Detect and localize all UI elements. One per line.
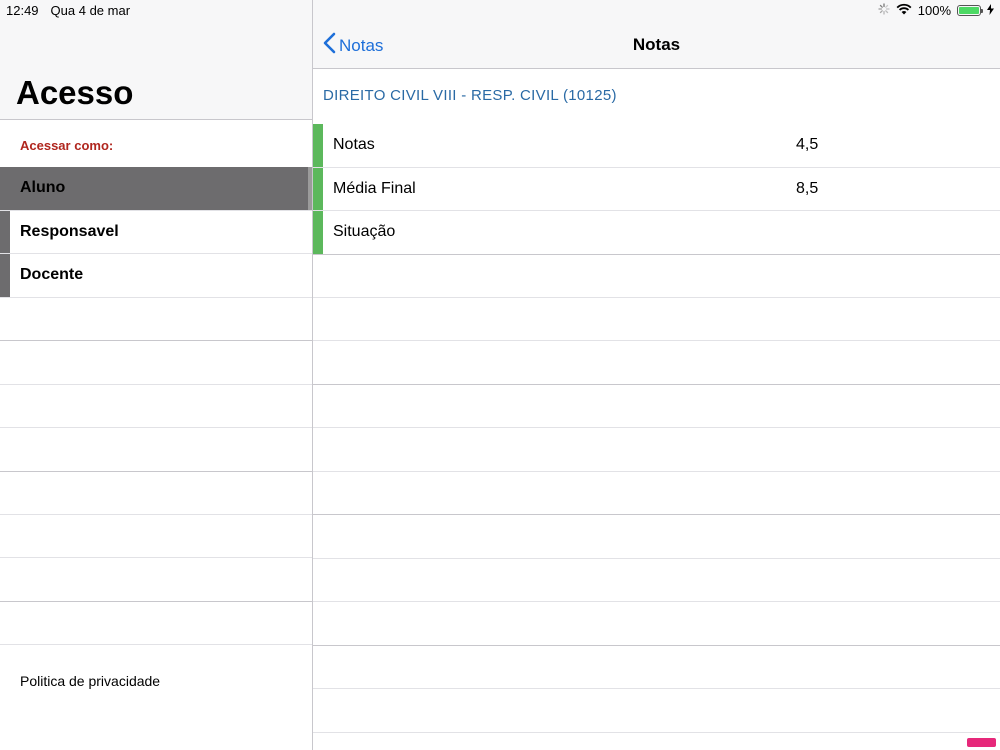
row-accent [313, 167, 323, 210]
privacy-policy-link[interactable]: Politica de privacidade [20, 673, 160, 689]
empty-row [313, 385, 1000, 428]
empty-row [0, 341, 312, 385]
grade-label: Média Final [333, 179, 416, 197]
menu-item-responsavel[interactable]: Responsavel [0, 210, 312, 254]
nav-title: Notas [632, 35, 681, 54]
empty-list-rows [313, 254, 1000, 733]
access-menu: Aluno Responsavel Docente [0, 167, 312, 298]
empty-row [0, 298, 312, 342]
empty-row [0, 515, 312, 559]
left-panel: Acesso Acessar como: Aluno Responsavel D… [0, 0, 312, 750]
battery-fill [959, 7, 979, 14]
table-row: Notas 4,5 [313, 124, 1000, 168]
empty-list-rows [0, 298, 312, 646]
battery-nub [981, 9, 983, 13]
empty-row [313, 428, 1000, 472]
menu-item-aluno[interactable]: Aluno [0, 167, 312, 211]
grade-label: Notas [333, 136, 375, 154]
grade-value: 8,5 [796, 179, 819, 197]
menu-item-label: Responsavel [20, 222, 119, 240]
table-row: Situação [313, 211, 1000, 255]
section-label: Acessar como: [20, 138, 114, 153]
status-left: 12:49 Qua 4 de mar [6, 3, 130, 18]
empty-row [0, 602, 312, 646]
page-title: Acesso [16, 74, 134, 111]
empty-row [313, 689, 1000, 733]
item-marker [0, 210, 10, 253]
course-title: DIREITO CIVIL VIII - RESP. CIVIL (10125) [323, 87, 617, 104]
empty-row [0, 428, 312, 472]
item-marker [0, 254, 10, 297]
empty-row [313, 515, 1000, 559]
empty-row [313, 254, 1000, 298]
row-accent [313, 211, 323, 254]
grade-value: 4,5 [796, 136, 819, 154]
wifi-icon [896, 3, 912, 18]
charging-bolt-icon [987, 3, 994, 18]
menu-item-label: Docente [20, 266, 84, 284]
right-panel: Notas Notas DIREITO CIVIL VIII - RESP. C… [313, 0, 1000, 750]
activity-spinner-icon [878, 3, 890, 18]
watermark-badge [967, 738, 996, 747]
empty-row [313, 472, 1000, 515]
grades-table: Notas 4,5 Média Final 8,5 Situação [313, 124, 1000, 255]
status-right: 100% [878, 3, 994, 18]
empty-row [0, 558, 312, 602]
empty-row [313, 602, 1000, 646]
battery-percent: 100% [917, 3, 951, 18]
status-time: 12:49 [6, 3, 39, 18]
empty-row [313, 646, 1000, 689]
split-view-divider [312, 0, 313, 750]
menu-item-docente[interactable]: Docente [0, 254, 312, 298]
battery-icon [957, 5, 983, 16]
empty-row [313, 341, 1000, 385]
empty-row [0, 385, 312, 429]
empty-row [313, 559, 1000, 602]
table-row: Média Final 8,5 [313, 167, 1000, 211]
empty-row [0, 472, 312, 515]
menu-item-label: Aluno [20, 179, 66, 197]
grade-label: Situação [333, 223, 396, 241]
status-date: Qua 4 de mar [50, 3, 131, 18]
status-bar: 12:49 Qua 4 de mar 100% [0, 0, 1000, 20]
empty-row [313, 298, 1000, 341]
row-accent [313, 124, 323, 167]
